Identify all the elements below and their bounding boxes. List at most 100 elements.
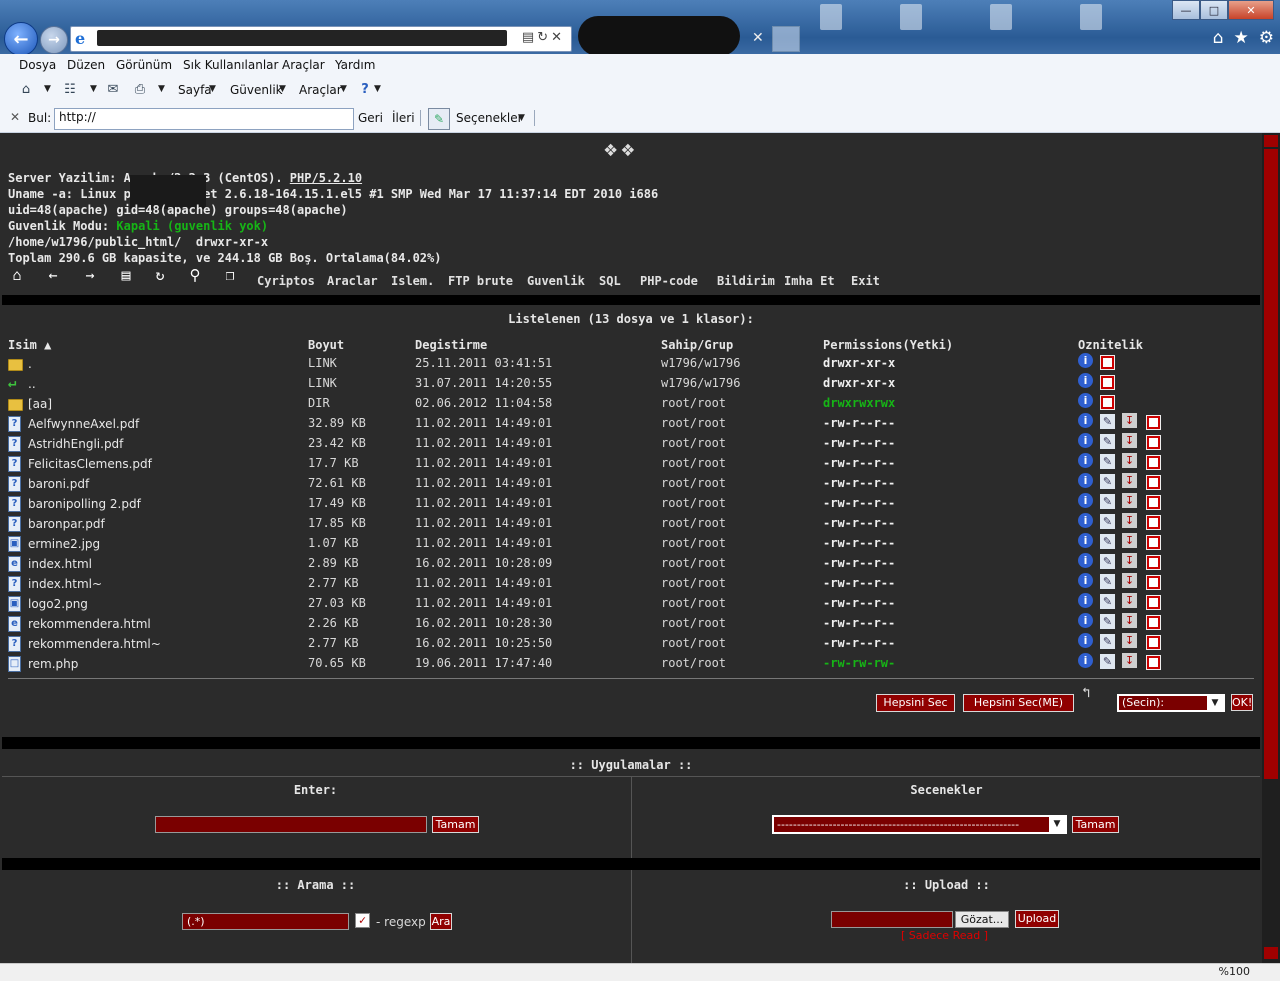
info-icon[interactable]: i bbox=[1078, 593, 1093, 608]
download-icon[interactable]: ↧ bbox=[1122, 573, 1137, 588]
edit-icon[interactable]: ✎ bbox=[1100, 414, 1115, 429]
upload-button[interactable]: Upload bbox=[1015, 910, 1059, 928]
file-perms[interactable]: -rw-r--r-- bbox=[823, 576, 895, 590]
page-menu[interactable]: Sayfa bbox=[178, 83, 212, 97]
file-name[interactable]: [aa] bbox=[28, 397, 52, 411]
row-checkbox[interactable] bbox=[1146, 475, 1161, 490]
link-araclar[interactable]: Araclar bbox=[327, 274, 378, 288]
file-perms[interactable]: -rw-r--r-- bbox=[823, 616, 895, 630]
download-icon[interactable]: ↧ bbox=[1122, 433, 1137, 448]
tab-close-icon[interactable]: ✕ bbox=[752, 30, 764, 46]
browse-button[interactable]: Gözat... bbox=[955, 911, 1009, 928]
regexp-checkbox[interactable]: ✓ bbox=[355, 913, 370, 928]
menu-file[interactable]: Dosya bbox=[19, 58, 56, 72]
settings-gear-icon[interactable]: ⚙ bbox=[1259, 28, 1274, 48]
row-checkbox[interactable] bbox=[1100, 355, 1115, 370]
file-perms[interactable]: -rw-r--r-- bbox=[823, 556, 895, 570]
file-name[interactable]: baroni.pdf bbox=[28, 477, 89, 491]
file-perms[interactable]: -rw-r--r-- bbox=[823, 476, 895, 490]
copy-icon[interactable]: ❐ bbox=[221, 267, 239, 283]
info-icon[interactable]: i bbox=[1078, 533, 1093, 548]
search-input[interactable]: (.*) bbox=[182, 913, 349, 930]
row-checkbox[interactable] bbox=[1146, 575, 1161, 590]
download-icon[interactable]: ↧ bbox=[1122, 613, 1137, 628]
address-actions-icon[interactable]: ▤↻✕ bbox=[522, 30, 565, 45]
address-bar[interactable]: e ▤↻✕ bbox=[70, 26, 572, 52]
rss-feed-icon[interactable]: ☷ bbox=[62, 82, 78, 98]
file-name[interactable]: baronipolling 2.pdf bbox=[28, 497, 141, 511]
info-icon[interactable]: i bbox=[1078, 633, 1093, 648]
edit-icon[interactable]: ✎ bbox=[1100, 574, 1115, 589]
file-perms[interactable]: -rw-r--r-- bbox=[823, 436, 895, 450]
row-checkbox[interactable] bbox=[1146, 635, 1161, 650]
new-tab-button[interactable] bbox=[772, 26, 800, 52]
file-perms[interactable]: drwxr-xr-x bbox=[823, 376, 895, 390]
file-name[interactable]: . bbox=[28, 357, 32, 371]
file-perms[interactable]: -rw-r--r-- bbox=[823, 596, 895, 610]
minimize-icon[interactable]: — bbox=[1172, 0, 1200, 20]
favorites-star-icon[interactable]: ★ bbox=[1234, 28, 1249, 48]
file-name[interactable]: AelfwynneAxel.pdf bbox=[28, 417, 139, 431]
link-sql[interactable]: SQL bbox=[599, 274, 621, 288]
help-icon[interactable]: ? bbox=[357, 82, 373, 98]
edit-icon[interactable]: ✎ bbox=[1100, 534, 1115, 549]
home-icon[interactable]: ⌂ bbox=[1213, 28, 1224, 48]
back-arrow-icon[interactable]: ← bbox=[4, 22, 38, 54]
find-input[interactable]: http:// bbox=[54, 108, 354, 130]
search-button[interactable]: Ara bbox=[430, 913, 452, 930]
edit-icon[interactable]: ✎ bbox=[1100, 474, 1115, 489]
scrollbar[interactable] bbox=[1262, 133, 1280, 963]
find-next-button[interactable]: İleri bbox=[392, 111, 415, 125]
info-icon[interactable]: i bbox=[1078, 473, 1093, 488]
file-perms[interactable]: -rw-r--r-- bbox=[823, 536, 895, 550]
menu-tools[interactable]: Araçlar bbox=[282, 58, 325, 72]
link-php-code[interactable]: PHP-code bbox=[640, 274, 698, 288]
forward-arrow-icon[interactable]: → bbox=[40, 26, 68, 54]
select-all-me-button[interactable]: Hepsini Sec(ME) bbox=[963, 694, 1074, 712]
download-icon[interactable]: ↧ bbox=[1122, 453, 1137, 468]
forward-icon[interactable]: → bbox=[81, 267, 99, 283]
file-name[interactable]: logo2.png bbox=[28, 597, 88, 611]
mail-icon[interactable]: ✉ bbox=[105, 82, 121, 98]
info-icon[interactable]: i bbox=[1078, 433, 1093, 448]
row-checkbox[interactable] bbox=[1146, 595, 1161, 610]
options-select[interactable]: ----------------------------------------… bbox=[772, 815, 1067, 834]
back-icon[interactable]: ← bbox=[44, 267, 62, 283]
file-name[interactable]: index.html bbox=[28, 557, 92, 571]
file-name[interactable]: rekommendera.html~ bbox=[28, 637, 161, 651]
info-icon[interactable]: i bbox=[1078, 413, 1093, 428]
edit-icon[interactable]: ✎ bbox=[1100, 614, 1115, 629]
info-icon[interactable]: i bbox=[1078, 573, 1093, 588]
download-icon[interactable]: ↧ bbox=[1122, 413, 1137, 428]
row-checkbox[interactable] bbox=[1100, 395, 1115, 410]
find-previous-button[interactable]: Geri bbox=[358, 111, 383, 125]
row-checkbox[interactable] bbox=[1146, 455, 1161, 470]
edit-icon[interactable]: ✎ bbox=[1100, 594, 1115, 609]
info-icon[interactable]: i bbox=[1078, 553, 1093, 568]
options-submit-button[interactable]: Tamam bbox=[1072, 816, 1119, 833]
edit-icon[interactable]: ✎ bbox=[1100, 434, 1115, 449]
highlight-icon[interactable]: ✎ bbox=[428, 108, 450, 130]
close-window-icon[interactable]: ✕ bbox=[1228, 0, 1274, 20]
refresh-icon[interactable]: ↻ bbox=[151, 267, 169, 283]
file-perms[interactable]: drwxrwxrwx bbox=[823, 396, 895, 410]
chevron-down-icon[interactable]: ▼ bbox=[374, 84, 381, 94]
home-icon[interactable]: ⌂ bbox=[18, 82, 34, 98]
file-perms[interactable]: -rw-r--r-- bbox=[823, 636, 895, 650]
link-exit[interactable]: Exit bbox=[851, 274, 880, 288]
info-icon[interactable]: i bbox=[1078, 453, 1093, 468]
scroll-thumb[interactable] bbox=[1264, 149, 1278, 779]
file-perms[interactable]: -rw-r--r-- bbox=[823, 456, 895, 470]
download-icon[interactable]: ↧ bbox=[1122, 473, 1137, 488]
find-options-button[interactable]: Seçenekler bbox=[456, 111, 523, 125]
info-icon[interactable]: i bbox=[1078, 653, 1093, 668]
col-name[interactable]: Isim ▲ bbox=[8, 338, 51, 352]
file-name[interactable]: rem.php bbox=[28, 657, 78, 671]
col-modified[interactable]: Degistirme bbox=[415, 338, 487, 352]
row-checkbox[interactable] bbox=[1100, 375, 1115, 390]
maximize-icon[interactable]: □ bbox=[1200, 0, 1228, 20]
info-icon[interactable]: i bbox=[1078, 493, 1093, 508]
row-checkbox[interactable] bbox=[1146, 615, 1161, 630]
col-perms[interactable]: Permissions(Yetki) bbox=[823, 338, 953, 352]
file-name[interactable]: ermine2.jpg bbox=[28, 537, 100, 551]
